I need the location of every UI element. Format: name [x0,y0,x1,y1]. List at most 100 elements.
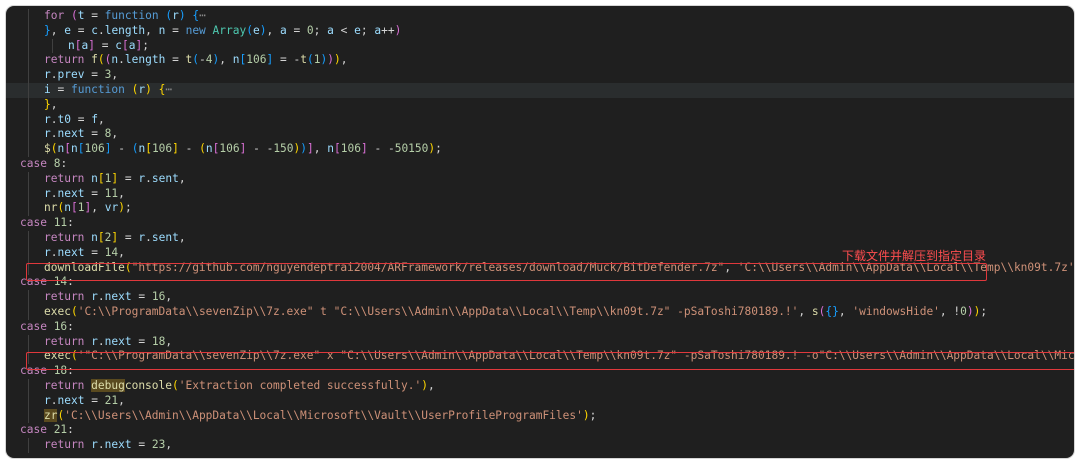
code-token: = [84,127,104,140]
code-token: function [105,9,159,22]
code-token: [ [98,231,105,244]
code-token [125,83,132,96]
code-token: - [388,142,395,155]
code-token: n [71,142,78,155]
code-token: Array [213,24,247,37]
code-token: ( [199,142,206,155]
indent-guide [28,201,29,216]
code-token: next [58,394,85,407]
code-token: . [51,246,58,259]
indent-guide [28,24,29,39]
code-token: t [300,53,307,66]
code-token: ] [88,39,95,52]
code-token: = [84,246,104,259]
code-token: next [58,187,85,200]
code-token: [ [75,39,82,52]
code-token: '"C:\\ProgramData\\sevenZip\\7z.exe" x "… [78,349,1074,362]
code-token: case [20,275,54,288]
code-token: , [266,24,279,37]
code-line: r.next = 11, [6,187,1074,202]
code-line: exec('C:\\ProgramData\\sevenZip\\7z.exe"… [6,305,1074,320]
code-token: case [20,320,54,333]
code-token: ; [142,39,149,52]
code-token: r [91,290,98,303]
indent-guide [28,187,29,202]
code-token: , [839,305,852,318]
code-token: ( [125,261,132,274]
code-token: , [219,53,232,66]
code-token: r [44,68,51,81]
code-token: length [105,24,145,37]
code-token: 23 [152,438,165,451]
code-token: , [145,24,158,37]
code-line: r.t0 = f, [6,113,1074,128]
code-token: , [118,394,125,407]
code-token: e [253,24,260,37]
code-token: ++ [381,24,394,37]
code-token: , [179,172,186,185]
code-token: 21 [105,394,118,407]
code-line: }, e = c.length, n = new Array(e), a = 0… [6,24,1074,39]
code-token: [ [71,201,78,214]
code-token: [ [98,172,105,185]
code-token: next [58,127,85,140]
code-token: a [280,24,287,37]
code-token: ) [583,409,590,422]
code-line: for (t = function (r) {⋯ [6,9,1074,24]
code-token: n [91,172,98,185]
indent-guide [28,9,29,24]
indent-guide [28,83,29,98]
code-token: = [132,438,152,451]
code-token: [ [78,142,85,155]
code-token: ) [395,24,402,37]
code-token: . [51,113,58,126]
code-token: 'windowsHide' [852,305,940,318]
code-token: a [327,24,334,37]
code-token: . [51,127,58,140]
code-token: exec [44,305,71,318]
code-token: = [71,113,91,126]
code-token: next [105,438,132,451]
code-token: , [798,305,811,318]
code-token: downloadFile [44,261,125,274]
code-token: . [98,438,105,451]
code-token: ( [71,305,78,318]
code-token: . [118,53,125,66]
code-token: 106 [85,142,105,155]
code-token: vr [105,201,118,214]
code-token: : [60,157,67,170]
code-token: ) [334,53,341,66]
code-token: [ [64,142,71,155]
code-line: exec('"C:\\ProgramData\\sevenZip\\7z.exe… [6,349,1074,364]
code-token: ) [327,53,334,66]
code-token: $ [44,142,51,155]
code-token: for [44,9,71,22]
code-token: i [44,83,51,96]
code-token: 0 [960,305,967,318]
code-token: 50150 [395,142,429,155]
code-token: = [132,290,152,303]
code-token: ; [435,142,442,155]
code-token: [ [334,142,341,155]
code-token: [ [145,142,152,155]
code-token: = [165,53,185,66]
code-token: : [67,364,74,377]
code-line: return r.next = 16, [6,290,1074,305]
code-line: nr(n[1], vr); [6,201,1074,216]
code-token: zr [44,409,57,422]
code-area[interactable]: for (t = function (r) {⋯}, e = c.length,… [6,9,1074,453]
code-token: ) [179,9,186,22]
code-token: : [67,320,74,333]
indent-guide [28,261,29,276]
code-token: : [67,216,74,229]
code-line: return f((n.length = t(-4), n[106] = -t(… [6,53,1074,68]
code-token: ; [980,305,987,318]
code-token: , [165,290,172,303]
code-token: - [111,142,131,155]
code-token: debug [91,379,125,392]
code-line: return r.next = 18, [6,335,1074,350]
indent-guide [28,68,29,83]
code-token: : [67,275,74,288]
indent-guide [28,290,29,305]
code-token: 150 [273,142,293,155]
